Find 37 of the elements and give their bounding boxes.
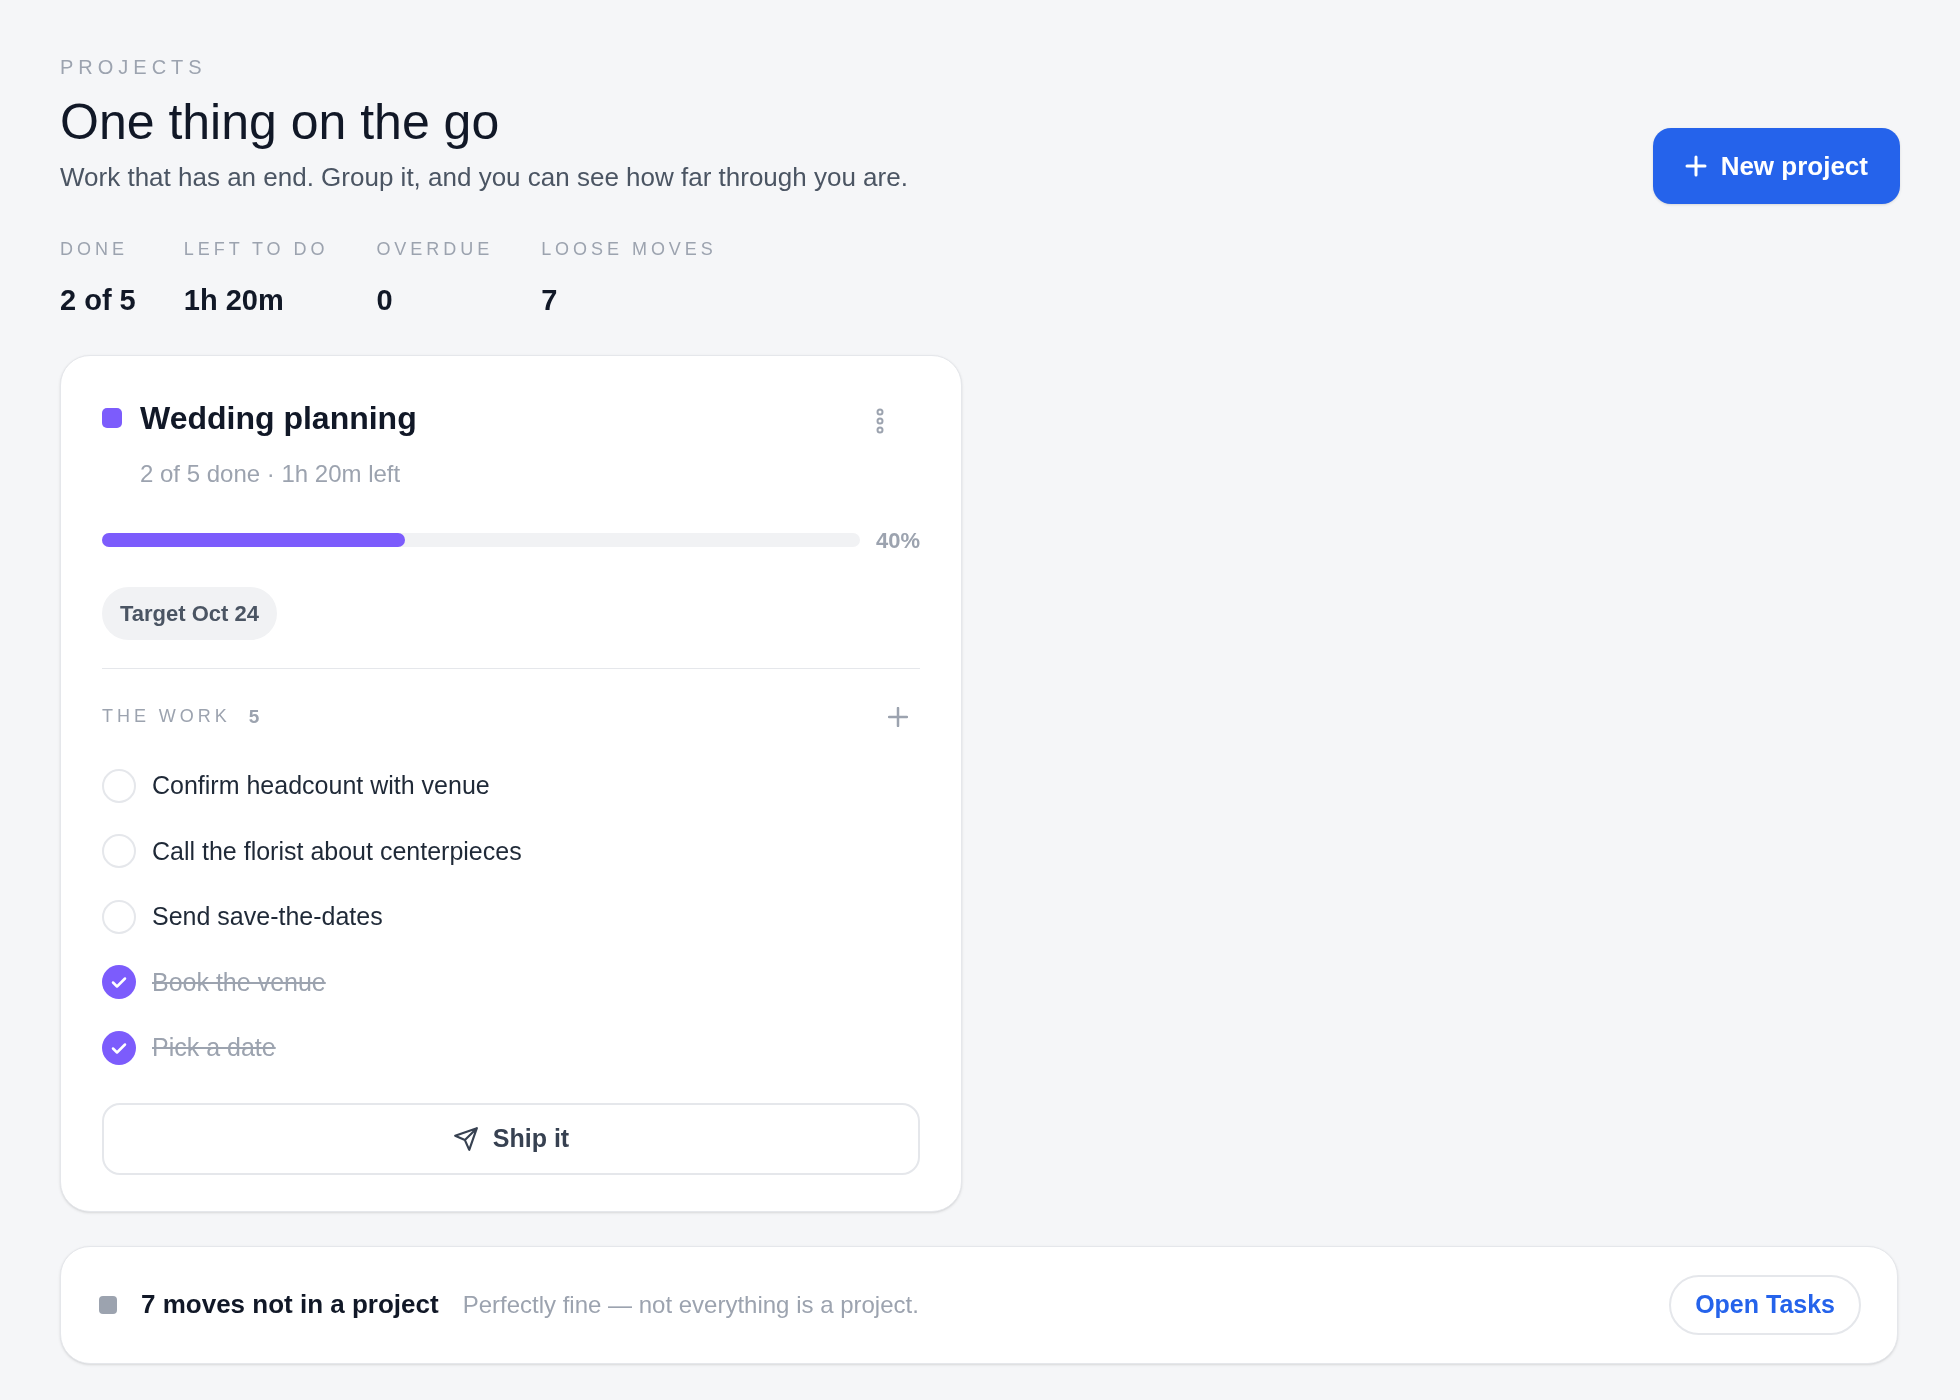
stat-label: LOOSE MOVES: [541, 238, 717, 261]
stat-value: 2 of 5: [60, 283, 136, 318]
loose-moves-title: 7 moves not in a project: [141, 1288, 439, 1321]
task-text: Call the florist about centerpieces: [152, 835, 522, 867]
plus-icon: [1684, 155, 1707, 177]
stat-value: 7: [541, 283, 559, 318]
checked-checkbox[interactable]: [102, 965, 136, 1000]
more-options-icon[interactable]: [876, 407, 884, 434]
task-count: 5: [248, 704, 260, 729]
project-name: Wedding planning: [140, 398, 417, 438]
target-date-badge: Target Oct 24: [102, 586, 277, 640]
send-icon: [452, 1125, 479, 1152]
section-label: THE WORK: [102, 705, 231, 729]
page-title: One thing on the go: [60, 93, 501, 152]
ship-it-button[interactable]: Ship it: [102, 1102, 920, 1175]
project-meta: 2 of 5 done · 1h 20m left: [140, 458, 402, 489]
task-text: Pick a date: [152, 1032, 276, 1063]
empty-checkbox[interactable]: [102, 899, 136, 934]
status-square: [99, 1295, 117, 1314]
stat-value: 0: [376, 283, 394, 318]
add-icon[interactable]: [888, 706, 908, 727]
checked-checkbox[interactable]: [102, 1030, 136, 1065]
stat-label: OVERDUE: [376, 238, 494, 261]
page-eyebrow: PROJECTS: [60, 55, 208, 80]
task-text: Book the venue: [152, 966, 326, 998]
open-tasks-button[interactable]: Open Tasks: [1669, 1274, 1861, 1335]
new-project-button[interactable]: New project: [1652, 128, 1900, 204]
task-text: Send save-the-dates: [152, 901, 383, 932]
empty-checkbox[interactable]: [102, 768, 136, 803]
loose-moves-note: Perfectly fine — not everything is a project.: [462, 1289, 919, 1320]
progress-percent: 40%: [875, 526, 920, 555]
stat-label: LEFT TO DO: [183, 238, 329, 261]
stat-value: 1h 20m: [183, 283, 285, 318]
task-text: Confirm headcount with venue: [152, 770, 490, 801]
page-subtitle: Work that has an end. Group it, and you can see how far through you are.: [60, 161, 908, 194]
stat-label: DONE: [60, 238, 129, 261]
empty-checkbox[interactable]: [102, 834, 136, 869]
